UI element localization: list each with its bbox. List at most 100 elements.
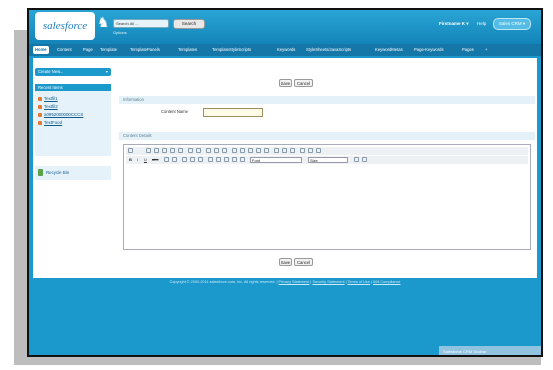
- recent-item-label: a0952000000CCCS: [44, 112, 84, 117]
- logo-text: salesforce: [42, 20, 88, 32]
- cancel-button-bottom[interactable]: Cancel: [294, 258, 313, 266]
- source-icon[interactable]: [128, 148, 133, 153]
- terms-link[interactable]: Terms of Use: [348, 280, 370, 284]
- link-icon[interactable]: [274, 148, 279, 153]
- help-link[interactable]: Help: [477, 21, 486, 26]
- create-new-label: Create New...: [38, 69, 64, 74]
- editor-toolbar-row-2: B I U abc Font Size: [126, 156, 528, 164]
- bold-icon[interactable]: B: [129, 157, 132, 163]
- bulleted-list-icon[interactable]: [172, 157, 177, 162]
- font-select[interactable]: Font: [250, 157, 302, 163]
- salesforce-logo[interactable]: salesforce: [35, 12, 95, 40]
- tab-page-keywords[interactable]: Page-Keywords: [414, 46, 444, 54]
- tab-template[interactable]: Template: [100, 46, 117, 54]
- recent-item[interactable]: TextFood: [38, 120, 62, 125]
- find-icon[interactable]: [206, 148, 211, 153]
- align-center-icon[interactable]: [216, 157, 221, 162]
- strikethrough-icon[interactable]: abc: [152, 157, 158, 163]
- recent-item-label: TextFood: [44, 120, 63, 125]
- align-justify-icon[interactable]: [232, 157, 237, 162]
- recycle-bin-icon: [38, 169, 43, 176]
- select-all-icon[interactable]: [222, 148, 227, 153]
- numbered-list-icon[interactable]: [164, 157, 169, 162]
- undo-icon[interactable]: [188, 148, 193, 153]
- sidebar: Create New... ▾ Recent Items Textfil1 Te…: [33, 58, 113, 278]
- content-name-input[interactable]: [203, 108, 263, 117]
- content-area: Create New... ▾ Recent Items Textfil1 Te…: [33, 58, 537, 278]
- hr-icon[interactable]: [248, 148, 253, 153]
- record-icon: [38, 96, 42, 101]
- recent-item-label: Textfil2: [44, 104, 58, 109]
- outdent-icon[interactable]: [182, 157, 187, 162]
- replace-icon[interactable]: [214, 148, 219, 153]
- recent-item[interactable]: Textfil1: [38, 96, 58, 101]
- copy-icon[interactable]: [154, 148, 159, 153]
- tab-stylesheets-javascripts[interactable]: StyleSheets/JavaScripts: [306, 46, 351, 54]
- recycle-bin-label: Recycle Bin: [46, 170, 70, 175]
- create-new-dropdown[interactable]: Create New... ▾: [35, 68, 111, 76]
- security-link[interactable]: Security Statement: [312, 280, 344, 284]
- tab-add[interactable]: +: [485, 46, 487, 54]
- tab-keywordmetas[interactable]: KeywordMetas: [375, 46, 403, 54]
- tab-keywords[interactable]: Keywords: [277, 46, 295, 54]
- cut-icon[interactable]: [146, 148, 151, 153]
- tab-page[interactable]: Page: [83, 46, 93, 54]
- record-icon: [38, 120, 42, 125]
- save-button-top[interactable]: Save: [279, 79, 292, 87]
- redo-icon[interactable]: [196, 148, 201, 153]
- tab-content[interactable]: Content: [57, 46, 72, 54]
- maximize-icon[interactable]: [300, 148, 305, 153]
- align-left-icon[interactable]: [208, 157, 213, 162]
- compliance-link[interactable]: 508 Compliance: [373, 280, 400, 284]
- smiley-icon[interactable]: [256, 148, 261, 153]
- app-menu-button[interactable]: Sales CRM ▾: [493, 18, 531, 30]
- tab-pages[interactable]: Pages: [462, 46, 474, 54]
- italic-icon[interactable]: I: [137, 157, 138, 163]
- indent-icon[interactable]: [190, 157, 195, 162]
- content-name-label: Content Name: [161, 109, 188, 114]
- edit-form: Save Cancel Information Content Name Con…: [119, 58, 535, 278]
- copyright-text: Copyright © 2000-2011 salesforce.com, in…: [169, 280, 278, 284]
- cancel-button-top[interactable]: Cancel: [294, 79, 313, 87]
- recycle-bin-link[interactable]: Recycle Bin: [35, 166, 111, 180]
- tab-templatestylescripts[interactable]: TemplateStyleScripts: [212, 46, 251, 54]
- tab-bar: Home Content Page Template TemplatePanel…: [29, 44, 541, 56]
- recent-item-label: Textfil1: [44, 96, 58, 101]
- search-options-link[interactable]: Options: [113, 30, 127, 35]
- unlink-icon[interactable]: [282, 148, 287, 153]
- save-button-bottom[interactable]: Save: [279, 258, 292, 266]
- table-icon[interactable]: [240, 148, 245, 153]
- record-icon: [38, 112, 42, 117]
- text-color-icon[interactable]: [354, 157, 359, 162]
- tab-templatepanels[interactable]: TemplatePanels: [130, 46, 160, 54]
- paste-word-icon[interactable]: [178, 148, 183, 153]
- align-right-icon[interactable]: [224, 157, 229, 162]
- record-icon: [38, 104, 42, 109]
- paste-icon[interactable]: [162, 148, 167, 153]
- section-information: Information: [119, 96, 535, 104]
- page-footer: Copyright © 2000-2011 salesforce.com, in…: [169, 280, 401, 284]
- tab-home[interactable]: Home: [33, 46, 49, 54]
- about-icon[interactable]: [316, 148, 321, 153]
- search-button[interactable]: Search: [173, 19, 205, 29]
- blockquote-icon[interactable]: [198, 157, 203, 162]
- tab-templates[interactable]: Templates: [178, 46, 197, 54]
- size-select[interactable]: Size: [308, 157, 348, 163]
- format-icon[interactable]: [240, 157, 245, 162]
- bg-color-icon[interactable]: [362, 157, 367, 162]
- rich-text-editor[interactable]: B I U abc Font Size: [123, 144, 531, 250]
- special-char-icon[interactable]: [264, 148, 269, 153]
- recent-item[interactable]: a0952000000CCCS: [38, 112, 83, 117]
- image-icon[interactable]: [232, 148, 237, 153]
- user-menu[interactable]: Firstname K ▾: [439, 21, 469, 27]
- show-blocks-icon[interactable]: [308, 148, 313, 153]
- browser-frame: salesforce ♞ Search All ... Search Optio…: [27, 8, 543, 357]
- toolbar-badge[interactable]: Salesforce CRM Toolbar: [439, 346, 541, 355]
- recent-items-panel: Recent Items Textfil1 Textfil2 a09520000…: [35, 84, 111, 156]
- anchor-icon[interactable]: [290, 148, 295, 153]
- underline-icon[interactable]: U: [144, 157, 147, 163]
- search-input[interactable]: Search All ...: [113, 19, 169, 28]
- recent-item[interactable]: Textfil2: [38, 104, 58, 109]
- paste-text-icon[interactable]: [170, 148, 175, 153]
- privacy-link[interactable]: Privacy Statement: [279, 280, 310, 284]
